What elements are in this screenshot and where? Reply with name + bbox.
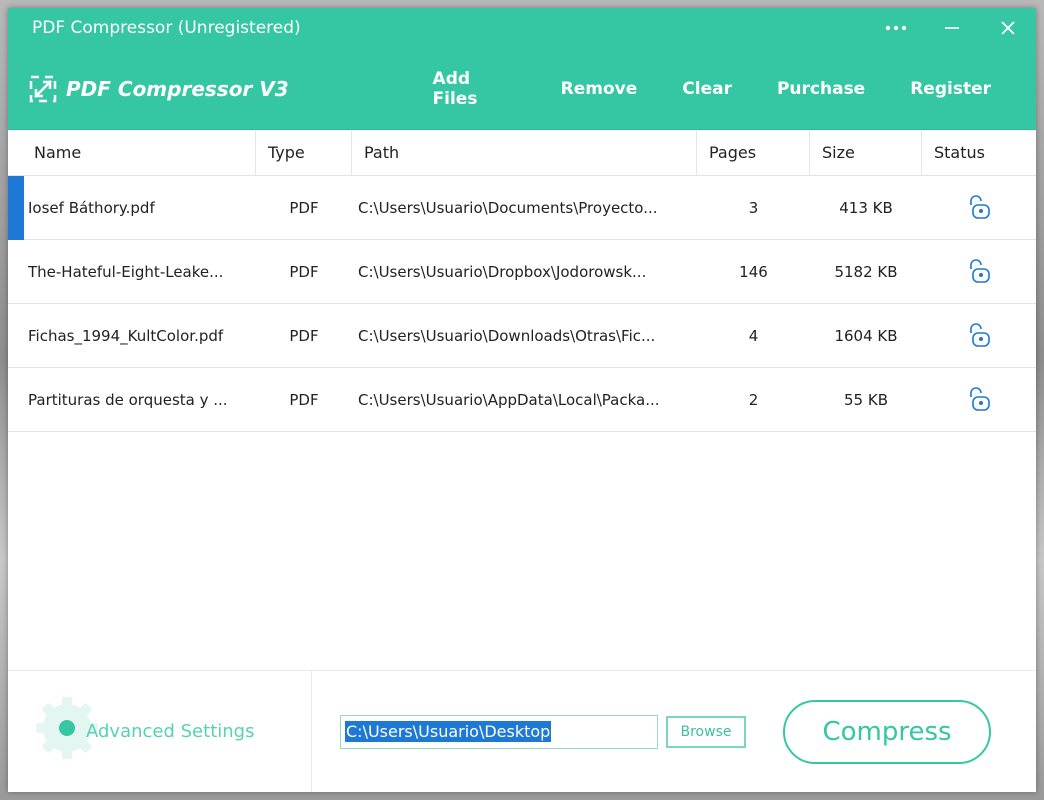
column-header-pages[interactable]: Pages xyxy=(697,130,810,175)
file-path: C:\Users\Usuario\AppData\Local\Packa... xyxy=(358,390,660,409)
app-window: PDF Compressor (Unregistered) PDF Compre… xyxy=(8,8,1036,792)
file-type: PDF xyxy=(289,198,319,217)
bottom-panel: Advanced Settings C:\Users\Usuario\Deskt… xyxy=(8,670,1036,792)
column-header-type[interactable]: Type xyxy=(256,130,352,175)
minimize-button[interactable] xyxy=(924,8,980,48)
file-name: Iosef Báthory.pdf xyxy=(28,198,155,217)
file-type: PDF xyxy=(289,390,319,409)
file-status xyxy=(922,240,1036,303)
close-icon xyxy=(1001,21,1015,35)
file-path: C:\Users\Usuario\Documents\Proyecto... xyxy=(358,198,658,217)
brand-name: PDF Compressor V3 xyxy=(66,76,289,101)
output-path-input[interactable]: C:\Users\Usuario\Desktop xyxy=(340,714,658,749)
add-files-button[interactable]: Add Files xyxy=(433,69,516,109)
file-pages: 3 xyxy=(748,198,759,217)
file-table: Name Type Path Pages Size Status Iosef B… xyxy=(8,130,1036,432)
file-type: PDF xyxy=(289,262,319,281)
window-title: PDF Compressor (Unregistered) xyxy=(32,18,301,38)
table-row[interactable]: Partituras de orquesta y ... PDF C:\User… xyxy=(8,368,1036,432)
close-button[interactable] xyxy=(980,8,1036,48)
unlock-icon xyxy=(970,322,990,347)
file-status xyxy=(922,176,1036,239)
more-icon xyxy=(885,25,907,31)
remove-button[interactable]: Remove xyxy=(561,79,638,99)
selection-indicator xyxy=(8,176,24,240)
register-button[interactable]: Register xyxy=(910,79,991,99)
file-size: 1604 KB xyxy=(834,326,898,345)
file-name: Fichas_1994_KultColor.pdf xyxy=(28,326,224,345)
file-status xyxy=(922,304,1036,367)
more-options-button[interactable] xyxy=(868,8,924,48)
brand: PDF Compressor V3 xyxy=(28,74,433,104)
advanced-settings-label: Advanced Settings xyxy=(86,721,255,742)
browse-button[interactable]: Browse xyxy=(666,715,746,748)
file-size: 55 KB xyxy=(844,390,888,409)
table-header: Name Type Path Pages Size Status xyxy=(8,130,1036,176)
minimize-icon xyxy=(945,27,959,29)
file-pages: 146 xyxy=(739,262,768,281)
unlock-icon xyxy=(970,258,990,283)
column-header-path[interactable]: Path xyxy=(352,130,697,175)
table-row[interactable]: Iosef Báthory.pdf PDF C:\Users\Usuario\D… xyxy=(8,176,1036,240)
file-size: 413 KB xyxy=(839,198,893,217)
file-path: C:\Users\Usuario\Downloads\Otras\Fic... xyxy=(358,326,656,345)
output-path-text: C:\Users\Usuario\Desktop xyxy=(345,721,552,742)
table-row[interactable]: Fichas_1994_KultColor.pdf PDF C:\Users\U… xyxy=(8,304,1036,368)
column-header-name[interactable]: Name xyxy=(8,130,256,175)
table-row[interactable]: The-Hateful-Eight-Leake... PDF C:\Users\… xyxy=(8,240,1036,304)
purchase-button[interactable]: Purchase xyxy=(777,79,865,99)
column-header-size[interactable]: Size xyxy=(810,130,922,175)
file-type: PDF xyxy=(289,326,319,345)
file-status xyxy=(922,368,1036,431)
advanced-settings-button[interactable]: Advanced Settings xyxy=(8,671,312,792)
clear-button[interactable]: Clear xyxy=(682,79,732,99)
file-pages: 2 xyxy=(748,390,759,409)
file-size: 5182 KB xyxy=(834,262,898,281)
file-path: C:\Users\Usuario\Dropbox\Jodorowsk... xyxy=(358,262,647,281)
title-bar: PDF Compressor (Unregistered) xyxy=(8,8,1036,48)
toolbar: PDF Compressor V3 Add Files Remove Clear… xyxy=(8,48,1036,130)
column-header-status[interactable]: Status xyxy=(922,130,1036,175)
compress-logo-icon xyxy=(29,75,57,102)
unlock-icon xyxy=(970,386,990,411)
file-name: Partituras de orquesta y ... xyxy=(28,390,228,409)
file-pages: 4 xyxy=(748,326,759,345)
file-name: The-Hateful-Eight-Leake... xyxy=(28,262,224,281)
compress-button[interactable]: Compress xyxy=(783,699,991,764)
unlock-icon xyxy=(970,194,990,219)
